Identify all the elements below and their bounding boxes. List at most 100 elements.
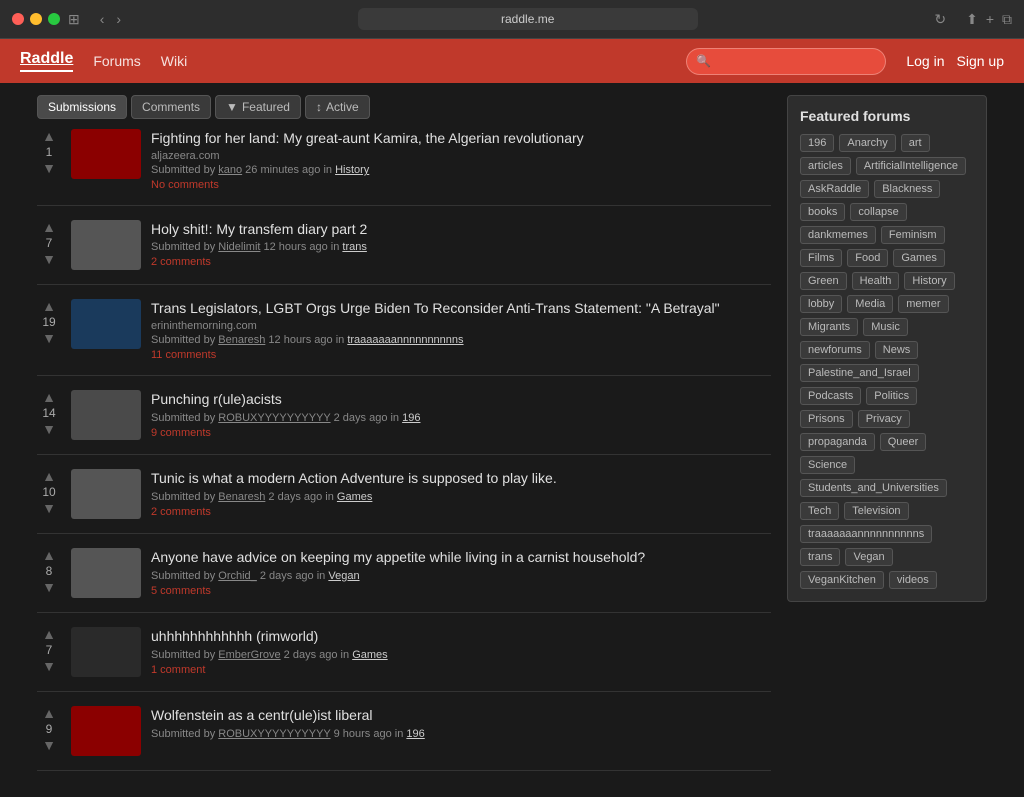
maximize-button[interactable] <box>48 13 60 25</box>
downvote-button[interactable]: ▼ <box>42 659 56 673</box>
forum-tag[interactable]: art <box>901 134 930 152</box>
post-title[interactable]: uhhhhhhhhhhhh (rimworld) <box>151 627 771 645</box>
post-author-link[interactable]: Nidelimit <box>218 241 260 253</box>
upvote-button[interactable]: ▲ <box>42 706 56 720</box>
post-forum-link[interactable]: Vegan <box>328 570 359 582</box>
tab-comments[interactable]: Comments <box>131 95 211 119</box>
forum-tag[interactable]: lobby <box>800 295 842 313</box>
post-author-link[interactable]: Orchid_ <box>218 570 257 582</box>
forum-tag[interactable]: Tech <box>800 502 839 520</box>
post-title[interactable]: Wolfenstein as a centr(ule)ist liberal <box>151 706 771 724</box>
forum-tag[interactable]: memer <box>898 295 948 313</box>
post-title[interactable]: Punching r(ule)acists <box>151 390 771 408</box>
forum-tag[interactable]: Anarchy <box>839 134 895 152</box>
forum-tag[interactable]: collapse <box>850 203 906 221</box>
post-comments-link[interactable]: 2 comments <box>151 256 771 268</box>
post-comments-link[interactable]: 2 comments <box>151 506 771 518</box>
forum-tag[interactable]: Migrants <box>800 318 858 336</box>
forum-tag[interactable]: Health <box>852 272 900 290</box>
nav-logo[interactable]: Raddle <box>20 50 73 72</box>
forum-tag[interactable]: History <box>904 272 954 290</box>
post-author-link[interactable]: ROBUXYYYYYYYYYY <box>218 412 330 424</box>
nav-forums-link[interactable]: Forums <box>93 53 140 69</box>
close-button[interactable] <box>12 13 24 25</box>
forum-tag[interactable]: Palestine_and_Israel <box>800 364 919 382</box>
downvote-button[interactable]: ▼ <box>42 331 56 345</box>
forum-tag[interactable]: Vegan <box>845 548 892 566</box>
post-title[interactable]: Anyone have advice on keeping my appetit… <box>151 548 771 566</box>
search-input[interactable] <box>686 48 886 75</box>
forum-tag[interactable]: Queer <box>880 433 927 451</box>
forum-tag[interactable]: ArtificialIntelligence <box>856 157 966 175</box>
forum-tag[interactable]: newforums <box>800 341 870 359</box>
post-forum-link[interactable]: 196 <box>406 728 424 740</box>
tab-submissions[interactable]: Submissions <box>37 95 127 119</box>
sidebar-toggle-button[interactable]: ⊞ <box>68 11 80 28</box>
address-bar[interactable] <box>358 8 698 30</box>
post-author-link[interactable]: ROBUXYYYYYYYYYY <box>218 728 330 740</box>
forum-tag[interactable]: Music <box>863 318 908 336</box>
forum-tag[interactable]: Television <box>844 502 908 520</box>
post-title[interactable]: Trans Legislators, LGBT Orgs Urge Biden … <box>151 299 771 317</box>
forum-tag[interactable]: dankmemes <box>800 226 876 244</box>
back-button[interactable]: ‹ <box>96 9 109 29</box>
post-forum-link[interactable]: traaaaaaannnnnnnnnns <box>347 334 463 346</box>
tabs-button[interactable]: ⧉ <box>1002 11 1012 28</box>
post-title[interactable]: Holy shit!: My transfem diary part 2 <box>151 220 771 238</box>
post-title[interactable]: Tunic is what a modern Action Adventure … <box>151 469 771 487</box>
post-comments-link[interactable]: 11 comments <box>151 349 771 361</box>
minimize-button[interactable] <box>30 13 42 25</box>
post-forum-link[interactable]: 196 <box>402 412 420 424</box>
post-title-link[interactable]: Holy shit!: My transfem diary part 2 <box>151 221 367 237</box>
forum-tag[interactable]: Podcasts <box>800 387 861 405</box>
post-title-link[interactable]: Wolfenstein as a centr(ule)ist liberal <box>151 707 373 723</box>
forum-tag[interactable]: AskRaddle <box>800 180 869 198</box>
signup-button[interactable]: Sign up <box>957 53 1004 69</box>
downvote-button[interactable]: ▼ <box>42 501 56 515</box>
upvote-button[interactable]: ▲ <box>42 627 56 641</box>
post-comments-link[interactable]: 5 comments <box>151 585 771 597</box>
forum-tag[interactable]: Politics <box>866 387 917 405</box>
post-title-link[interactable]: Tunic is what a modern Action Adventure … <box>151 470 557 486</box>
forum-tag[interactable]: Feminism <box>881 226 945 244</box>
login-button[interactable]: Log in <box>906 53 944 69</box>
forum-tag[interactable]: Films <box>800 249 842 267</box>
post-title[interactable]: Fighting for her land: My great-aunt Kam… <box>151 129 771 147</box>
post-title-link[interactable]: Trans Legislators, LGBT Orgs Urge Biden … <box>151 300 720 316</box>
downvote-button[interactable]: ▼ <box>42 422 56 436</box>
post-title-link[interactable]: Fighting for her land: My great-aunt Kam… <box>151 130 584 146</box>
forum-tag[interactable]: Food <box>847 249 888 267</box>
forum-tag[interactable]: articles <box>800 157 851 175</box>
new-tab-button[interactable]: + <box>986 11 994 28</box>
forum-tag[interactable]: books <box>800 203 845 221</box>
refresh-button[interactable]: ↻ <box>930 9 950 30</box>
forum-tag[interactable]: Green <box>800 272 847 290</box>
forum-tag[interactable]: News <box>875 341 919 359</box>
upvote-button[interactable]: ▲ <box>42 390 56 404</box>
post-comments-link[interactable]: 1 comment <box>151 664 771 676</box>
forum-tag[interactable]: Students_and_Universities <box>800 479 947 497</box>
post-forum-link[interactable]: History <box>335 164 369 176</box>
forum-tag[interactable]: VeganKitchen <box>800 571 884 589</box>
post-author-link[interactable]: Benaresh <box>218 334 265 346</box>
post-comments-link[interactable]: 9 comments <box>151 427 771 439</box>
post-comments-link[interactable]: No comments <box>151 179 771 191</box>
forum-tag[interactable]: 196 <box>800 134 834 152</box>
upvote-button[interactable]: ▲ <box>42 220 56 234</box>
forum-tag[interactable]: Games <box>893 249 944 267</box>
forum-tag[interactable]: propaganda <box>800 433 875 451</box>
forum-tag[interactable]: Media <box>847 295 893 313</box>
filter-active[interactable]: ↕ Active <box>305 95 370 119</box>
filter-featured[interactable]: ▼ Featured <box>215 95 301 119</box>
downvote-button[interactable]: ▼ <box>42 580 56 594</box>
post-forum-link[interactable]: Games <box>352 649 387 661</box>
forward-button[interactable]: › <box>112 9 125 29</box>
upvote-button[interactable]: ▲ <box>42 548 56 562</box>
post-title-link[interactable]: Anyone have advice on keeping my appetit… <box>151 549 645 565</box>
share-button[interactable]: ⬆ <box>966 11 978 28</box>
post-forum-link[interactable]: Games <box>337 491 372 503</box>
upvote-button[interactable]: ▲ <box>42 299 56 313</box>
forum-tag[interactable]: Science <box>800 456 855 474</box>
downvote-button[interactable]: ▼ <box>42 738 56 752</box>
upvote-button[interactable]: ▲ <box>42 469 56 483</box>
